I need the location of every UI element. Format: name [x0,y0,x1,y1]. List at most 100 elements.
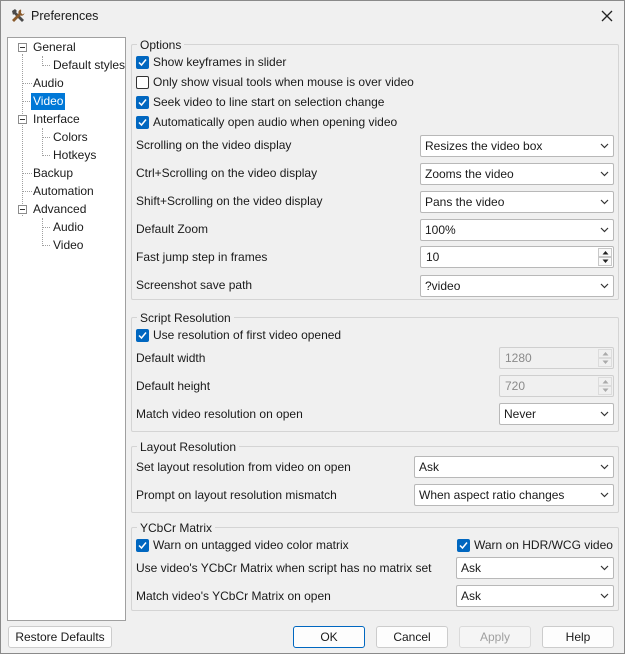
set-layout-label: Set layout resolution from video on open [136,460,351,474]
show-keyframes-label: Show keyframes in slider [153,55,287,69]
fast-jump-label: Fast jump step in frames [136,250,268,264]
scrolling-select[interactable]: Resizes the video box [420,135,614,157]
visual-tools-checkbox[interactable]: Only show visual tools when mouse is ove… [136,74,414,90]
tree-item-video[interactable]: Video [31,93,66,110]
seek-video-label: Seek video to line start on selection ch… [153,95,385,109]
default-zoom-select[interactable]: 100% [420,219,614,241]
ctrl-scrolling-select[interactable]: Zooms the video [420,163,614,185]
hammer-wrench-icon [12,9,25,22]
close-button[interactable] [596,5,618,27]
checkmark-icon [459,541,468,549]
tree-item-backup[interactable]: Backup [31,165,75,182]
checkmark-icon [138,98,147,106]
default-width-spinbox[interactable] [499,347,614,369]
warn-hdr-label: Warn on HDR/WCG video [474,538,613,552]
chevron-down-icon [600,227,609,233]
chevron-down-icon [602,360,608,364]
default-height-input[interactable] [500,376,597,396]
decrement-button[interactable] [598,386,612,395]
default-zoom-label: Default Zoom [136,222,209,236]
chevron-down-icon [602,388,608,392]
tree-item-default-styles[interactable]: Default styles [51,57,127,74]
chevron-down-icon [600,565,609,571]
shift-scrolling-select[interactable]: Pans the video [420,191,614,213]
chevron-up-icon [602,352,608,356]
tree-item-advanced-video[interactable]: Video [51,237,85,254]
preferences-window: Preferences General Default styles Audio… [0,0,625,654]
prompt-mismatch-select[interactable]: When aspect ratio changes [414,484,614,506]
category-tree[interactable]: General Default styles Audio Video Inter… [7,37,126,621]
decrement-button[interactable] [598,257,612,266]
ok-button[interactable]: OK [293,626,365,648]
match-resolution-label: Match video resolution on open [136,407,303,421]
chevron-down-icon [600,199,609,205]
expander-advanced[interactable] [18,205,27,214]
expander-interface[interactable] [18,115,27,124]
default-height-spinbox[interactable] [499,375,614,397]
prompt-mismatch-label: Prompt on layout resolution mismatch [136,488,337,502]
auto-audio-label: Automatically open audio when opening vi… [153,115,398,129]
options-title: Options [137,38,185,52]
show-keyframes-checkbox[interactable]: Show keyframes in slider [136,54,286,70]
use-first-video-label: Use resolution of first video opened [153,328,342,342]
layout-resolution-title: Layout Resolution [137,440,240,454]
default-height-label: Default height [136,379,211,393]
seek-video-checkbox[interactable]: Seek video to line start on selection ch… [136,94,384,110]
warn-hdr-checkbox[interactable]: Warn on HDR/WCG video [457,537,613,553]
chevron-down-icon [600,464,609,470]
screenshot-path-label: Screenshot save path [136,278,253,292]
tree-item-advanced-audio[interactable]: Audio [51,219,86,236]
ycbcr-matrix-title: YCbCr Matrix [137,521,216,535]
use-first-video-checkbox[interactable]: Use resolution of first video opened [136,327,341,343]
chevron-down-icon [600,411,609,417]
set-layout-select[interactable]: Ask [414,456,614,478]
decrement-button[interactable] [598,358,612,367]
default-width-input[interactable] [500,348,597,368]
increment-button[interactable] [598,349,612,358]
match-matrix-label: Match video's YCbCr Matrix on open [136,589,331,603]
chevron-down-icon [600,171,609,177]
increment-button[interactable] [598,248,612,257]
fast-jump-input[interactable] [421,247,597,267]
tree-item-hotkeys[interactable]: Hotkeys [51,147,98,164]
use-video-matrix-label: Use video's YCbCr Matrix when script has… [136,561,432,575]
chevron-up-icon [602,251,608,255]
checkmark-icon [138,541,147,549]
tree-item-colors[interactable]: Colors [51,129,90,146]
apply-button[interactable]: Apply [459,626,531,648]
default-width-label: Default width [136,351,206,365]
increment-button[interactable] [598,377,612,386]
use-video-matrix-select[interactable]: Ask [456,557,614,579]
help-button[interactable]: Help [542,626,614,648]
screenshot-path-select[interactable]: ?video [420,275,614,297]
match-matrix-select[interactable]: Ask [456,585,614,607]
auto-audio-checkbox[interactable]: Automatically open audio when opening vi… [136,114,397,130]
close-icon [601,10,613,22]
tree-item-advanced[interactable]: Advanced [31,201,88,218]
checkmark-icon [138,331,147,339]
tree-item-interface[interactable]: Interface [31,111,82,128]
chevron-down-icon [600,143,609,149]
visual-tools-label: Only show visual tools when mouse is ove… [153,75,414,89]
restore-defaults-button[interactable]: Restore Defaults [8,626,112,648]
tree-item-general[interactable]: General [31,39,78,56]
fast-jump-spinbox[interactable] [420,246,614,268]
cancel-button[interactable]: Cancel [376,626,448,648]
warn-untagged-checkbox[interactable]: Warn on untagged video color matrix [136,537,349,553]
chevron-down-icon [602,259,608,263]
checkmark-icon [138,118,147,126]
chevron-down-icon [600,593,609,599]
tree-item-audio[interactable]: Audio [31,75,66,92]
chevron-up-icon [602,380,608,384]
expander-general[interactable] [18,43,27,52]
title-bar: Preferences [1,1,624,32]
chevron-down-icon [600,283,609,289]
checkmark-icon [138,58,147,66]
tree-item-automation[interactable]: Automation [31,183,96,200]
warn-untagged-label: Warn on untagged video color matrix [153,538,349,552]
script-resolution-title: Script Resolution [137,311,234,325]
scrolling-label: Scrolling on the video display [136,138,292,152]
match-resolution-select[interactable]: Never [499,403,614,425]
ctrl-scrolling-label: Ctrl+Scrolling on the video display [136,166,318,180]
chevron-down-icon [600,492,609,498]
